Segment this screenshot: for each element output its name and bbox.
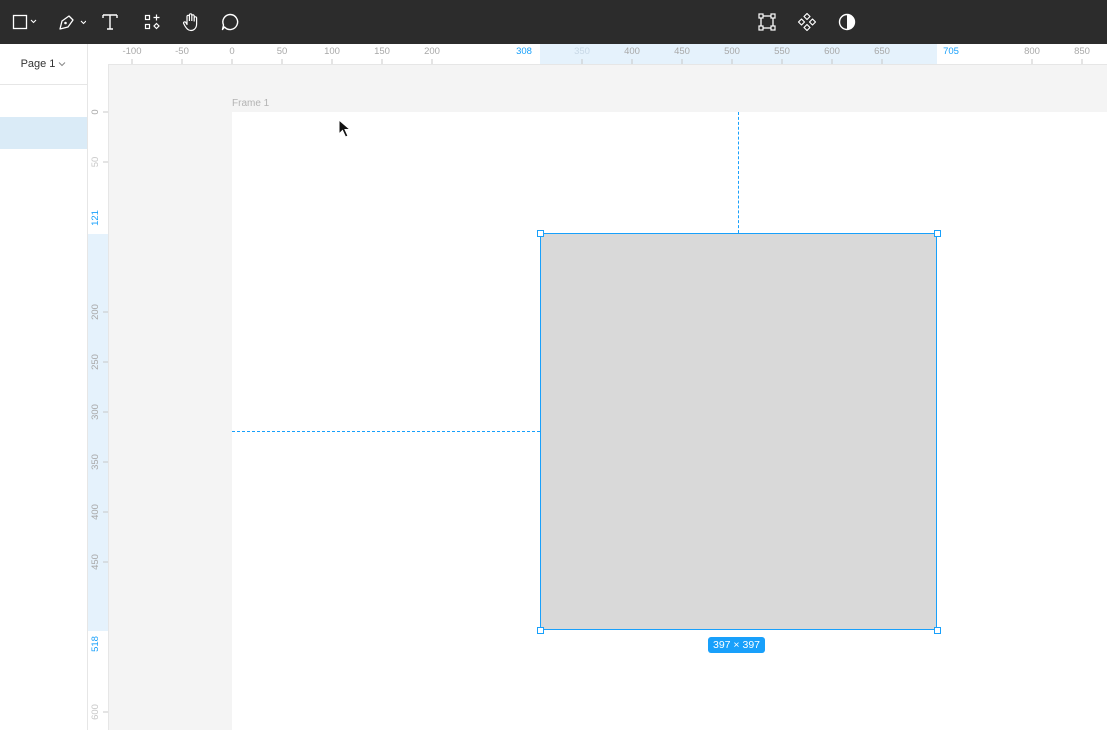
hand-icon (182, 13, 198, 32)
ruler-tick-label: 150 (374, 46, 390, 57)
frame-label[interactable]: Frame 1 (232, 98, 269, 109)
ruler-tick-label: 500 (724, 46, 740, 57)
distance-guide-vertical (738, 112, 739, 233)
ruler-tick-label: 600 (824, 46, 840, 57)
text-icon (102, 14, 118, 30)
ruler-tick-label: 650 (874, 46, 890, 57)
ruler-tick-label: 550 (774, 46, 790, 57)
ruler-tick-label: 400 (624, 46, 640, 57)
ruler-tick-label: 50 (90, 157, 101, 168)
bounding-box-icon (758, 13, 776, 31)
text-tool[interactable] (96, 0, 124, 44)
horizontal-ruler: -100 -50 0 50 100 150 200 350 400 450 50… (88, 44, 1107, 65)
distance-guide-horizontal (232, 431, 540, 432)
vertical-ruler-ticks: 0 50 200 250 300 350 400 450 600 121 518 (90, 109, 108, 720)
contrast-icon (838, 13, 856, 31)
ruler-tick-label: 250 (90, 354, 101, 370)
mask-button[interactable] (833, 0, 861, 44)
comment-tool[interactable] (216, 0, 244, 44)
chevron-down-icon (58, 58, 66, 70)
ruler-tick-label: 300 (90, 404, 101, 420)
pen-icon (59, 15, 86, 30)
ruler-tick-label: 350 (90, 454, 101, 470)
ruler-tick-label: 800 (1024, 46, 1040, 57)
frame-rectangle-tool[interactable] (2, 0, 42, 44)
ruler-selection-start: 308 (516, 46, 532, 57)
pen-tool[interactable] (50, 0, 90, 44)
resize-handle-bottom-left[interactable] (537, 627, 544, 634)
resize-handle-top-left[interactable] (537, 230, 544, 237)
components-grid-icon (144, 14, 160, 30)
layers-panel: Page 1 (0, 44, 88, 730)
resources-tool[interactable] (138, 0, 166, 44)
ruler-tick-label: 0 (90, 109, 101, 114)
ruler-selection-start: 121 (90, 210, 101, 226)
hand-tool[interactable] (177, 0, 205, 44)
ruler-tick-label: 450 (674, 46, 690, 57)
ruler-selection-end: 518 (90, 636, 101, 652)
resize-handle-top-right[interactable] (934, 230, 941, 237)
rectangle-icon (12, 14, 37, 30)
resize-handle-bottom-right[interactable] (934, 627, 941, 634)
dimensions-badge: 397 × 397 (708, 637, 766, 653)
ruler-tick-label: 100 (324, 46, 340, 57)
ruler-tick-label: -50 (175, 46, 189, 57)
vertical-ruler: 0 50 200 250 300 350 400 450 600 121 518 (88, 64, 109, 730)
canvas[interactable]: Frame 1 397 × 397 (109, 65, 1107, 730)
ruler-tick-label: 450 (90, 554, 101, 570)
horizontal-ruler-ticks: -100 -50 0 50 100 150 200 350 400 450 50… (122, 46, 1090, 64)
create-component-button[interactable] (793, 0, 821, 44)
comment-icon (221, 13, 239, 31)
ruler-tick-label: 600 (90, 704, 101, 720)
ruler-tick-label: 200 (90, 304, 101, 320)
page-selector[interactable]: Page 1 (0, 44, 87, 85)
layer-row-selected[interactable] (0, 117, 87, 149)
ruler-tick-label: 200 (424, 46, 440, 57)
ruler-tick-label: -100 (122, 46, 141, 57)
ruler-selection-end: 705 (943, 46, 959, 57)
ruler-tick-label: 50 (277, 46, 288, 57)
toolbar (0, 0, 1107, 44)
edit-object-button[interactable] (753, 0, 781, 44)
page-selector-label: Page 1 (20, 58, 56, 70)
ruler-tick-label: 350 (574, 46, 590, 57)
selected-rectangle[interactable] (540, 233, 937, 630)
ruler-tick-label: 850 (1074, 46, 1090, 57)
component-icon (797, 12, 817, 32)
cursor-arrow-icon (338, 118, 354, 144)
ruler-tick-label: 400 (90, 504, 101, 520)
ruler-tick-label: 0 (229, 46, 234, 57)
